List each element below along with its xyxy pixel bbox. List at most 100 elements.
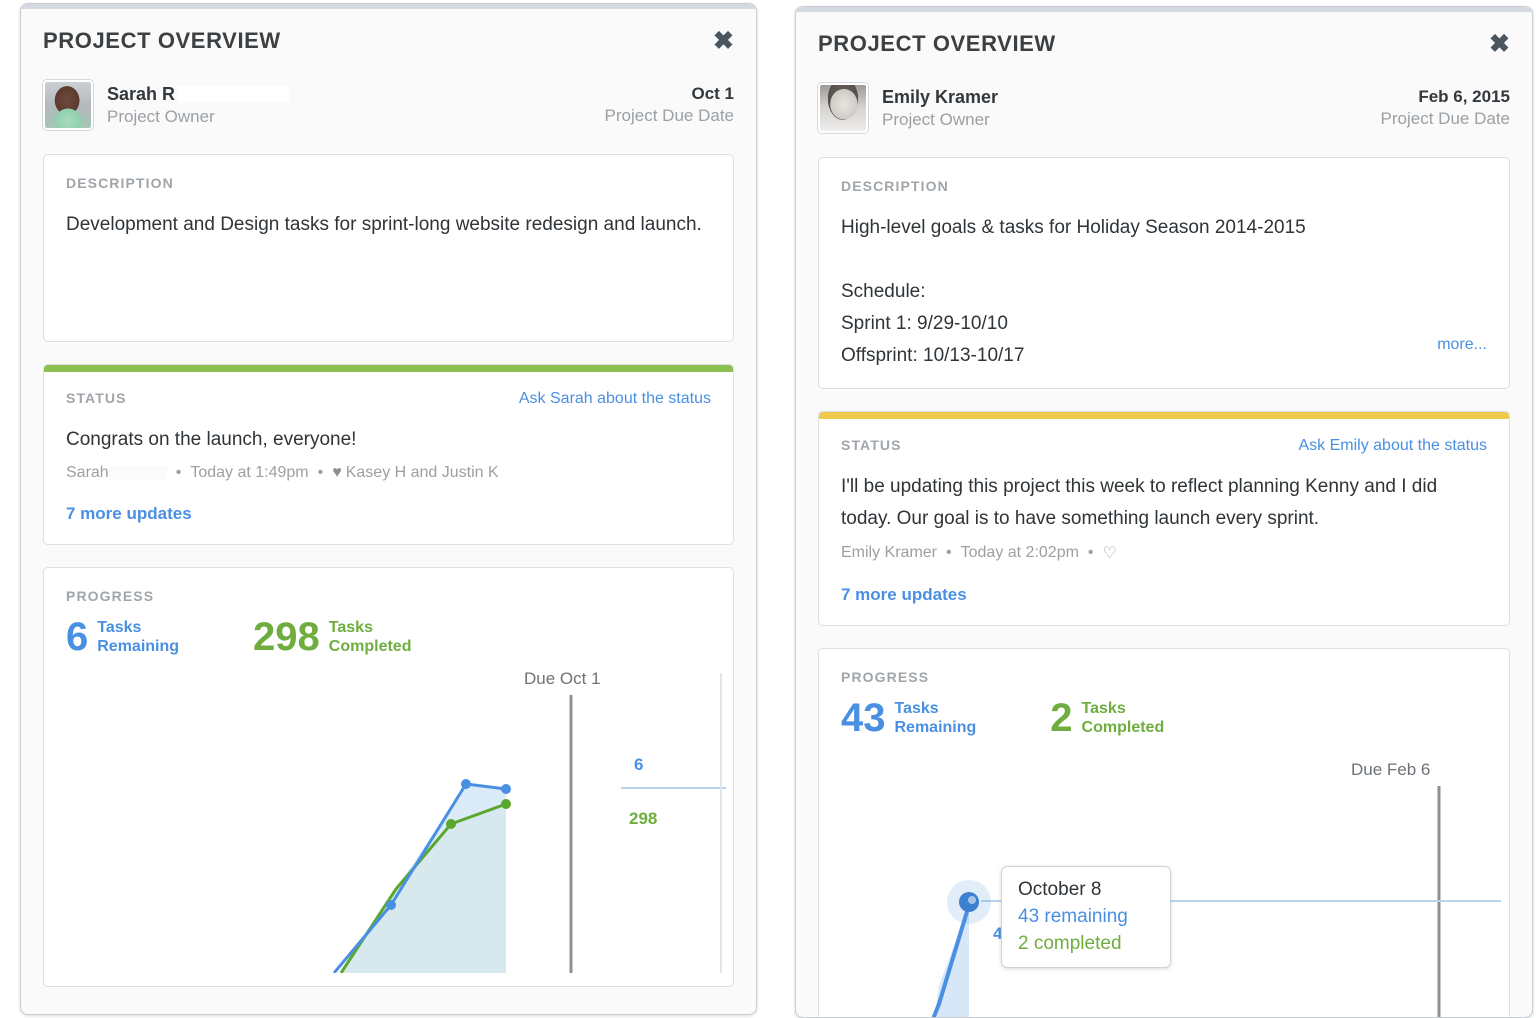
description-more-link[interactable]: more...	[1437, 336, 1487, 354]
meta-separator: •	[946, 544, 952, 562]
owner-row-right: Emily Kramer Project Owner Feb 6, 2015 P…	[818, 83, 1510, 133]
author-redaction-block	[109, 466, 167, 480]
burnup-chart-left: Due Oct 1	[66, 673, 711, 973]
owner-role: Project Owner	[107, 107, 289, 127]
close-icon[interactable]: ✖	[713, 29, 734, 54]
description-card: DESCRIPTION High-level goals & tasks for…	[818, 157, 1510, 389]
page-title: PROJECT OVERVIEW	[43, 28, 281, 54]
tasks-remaining-label: Tasks Remaining	[895, 700, 977, 738]
description-label: DESCRIPTION	[841, 178, 1487, 194]
description-body: Development and Design tasks for sprint-…	[66, 209, 711, 241]
burnup-chart-left-svg	[66, 673, 726, 973]
tasks-completed-value: 298	[253, 618, 320, 656]
progress-stats-row: 6 Tasks Remaining 298 Tasks Completed	[66, 618, 711, 657]
due-date-label: Project Due Date	[605, 106, 734, 126]
due-block: Oct 1 Project Due Date	[605, 84, 734, 126]
status-meta: Sarah • Today at 1:49pm • ♥ Kasey H and …	[66, 464, 711, 482]
due-date-value: Feb 6, 2015	[1381, 87, 1510, 107]
panel-header-left: PROJECT OVERVIEW ✖	[43, 4, 734, 54]
tasks-remaining-label-l1: Tasks	[895, 700, 977, 719]
owner-role: Project Owner	[882, 110, 998, 130]
meta-separator-2: •	[318, 464, 324, 482]
status-timestamp: Today at 2:02pm	[961, 544, 1079, 562]
stat-tasks-completed: 2 Tasks Completed	[1050, 699, 1164, 738]
status-timestamp: Today at 1:49pm	[190, 464, 308, 482]
project-overview-panel-left: PROJECT OVERVIEW ✖ Sarah R Project Owner…	[20, 3, 757, 1015]
more-updates-link[interactable]: 7 more updates	[66, 504, 711, 524]
tasks-completed-label-l1: Tasks	[329, 619, 412, 638]
tasks-completed-label-l2: Completed	[1082, 719, 1165, 738]
heart-filled-icon[interactable]: ♥	[332, 464, 342, 482]
meta-separator-2: •	[1088, 544, 1094, 562]
status-accent-bar	[44, 365, 733, 372]
avatar	[818, 83, 868, 133]
tasks-remaining-label-l2: Remaining	[895, 719, 977, 738]
data-point[interactable]	[501, 784, 511, 794]
burnup-chart-right: Due Feb 6 43 O	[841, 754, 1487, 1018]
status-meta: Emily Kramer • Today at 2:02pm • ♡	[841, 543, 1487, 563]
tasks-remaining-value: 43	[841, 699, 886, 737]
stat-tasks-completed: 298 Tasks Completed	[253, 618, 411, 657]
tasks-completed-label: Tasks Completed	[329, 619, 412, 657]
panel-top-accent-left	[21, 4, 756, 9]
stat-tasks-remaining: 6 Tasks Remaining	[66, 618, 179, 657]
progress-label: PROGRESS	[841, 669, 1487, 685]
avatar	[43, 80, 93, 130]
status-text: I'll be updating this project this week …	[841, 471, 1487, 535]
data-point[interactable]	[386, 900, 396, 910]
stat-tasks-remaining: 43 Tasks Remaining	[841, 699, 976, 738]
tasks-completed-label-l1: Tasks	[1082, 700, 1165, 719]
tasks-remaining-label: Tasks Remaining	[97, 619, 179, 657]
data-point-inner	[968, 896, 976, 904]
status-likes: Kasey H and Justin K	[346, 464, 499, 482]
close-icon[interactable]: ✖	[1489, 32, 1510, 57]
description-body: High-level goals & tasks for Holiday Sea…	[841, 212, 1487, 372]
heart-outline-icon[interactable]: ♡	[1103, 543, 1117, 563]
tasks-completed-label-l2: Completed	[329, 638, 412, 657]
chart-tooltip: October 8 43 remaining 2 completed	[1001, 866, 1171, 968]
data-point[interactable]	[501, 799, 511, 809]
status-label: STATUS	[66, 390, 127, 406]
data-point[interactable]	[446, 819, 456, 829]
tasks-completed-label: Tasks Completed	[1082, 700, 1165, 738]
owner-name: Emily Kramer	[882, 87, 998, 108]
ask-about-status-link[interactable]: Ask Sarah about the status	[519, 390, 711, 408]
status-label: STATUS	[841, 437, 902, 453]
panel-top-accent-right	[796, 7, 1532, 12]
data-point[interactable]	[461, 779, 471, 789]
tasks-remaining-value: 6	[66, 618, 88, 656]
status-card: STATUS Ask Emily about the status I'll b…	[818, 411, 1510, 626]
status-text: Congrats on the launch, everyone!	[66, 424, 711, 456]
due-marker-label: Due Oct 1	[524, 669, 601, 689]
description-label: DESCRIPTION	[66, 175, 711, 191]
due-marker-label: Due Feb 6	[1351, 760, 1430, 780]
tooltip-date: October 8	[1018, 879, 1154, 901]
screen-root: PROJECT OVERVIEW ✖ Sarah R Project Owner…	[0, 0, 1540, 1008]
tooltip-completed: 2 completed	[1018, 933, 1154, 955]
ask-about-status-link[interactable]: Ask Emily about the status	[1298, 437, 1487, 455]
owner-name: Sarah R	[107, 84, 289, 105]
owner-row-left: Sarah R Project Owner Oct 1 Project Due …	[43, 80, 734, 130]
due-date-value: Oct 1	[605, 84, 734, 104]
progress-card: PROGRESS 43 Tasks Remaining 2 Tasks Com	[818, 648, 1510, 1018]
description-card: DESCRIPTION Development and Design tasks…	[43, 154, 734, 342]
panel-header-right: PROJECT OVERVIEW ✖	[818, 7, 1510, 57]
tasks-remaining-label-l1: Tasks	[97, 619, 179, 638]
redaction-block	[177, 86, 289, 103]
status-accent-bar	[819, 412, 1509, 419]
page-title-right: PROJECT OVERVIEW	[818, 31, 1056, 57]
tooltip-remaining: 43 remaining	[1018, 906, 1154, 928]
due-block: Feb 6, 2015 Project Due Date	[1381, 87, 1510, 129]
point-label-remaining: 6	[634, 755, 643, 775]
burnup-chart-right-svg	[841, 754, 1501, 1018]
more-updates-link[interactable]: 7 more updates	[841, 585, 1487, 605]
status-card: STATUS Ask Sarah about the status Congra…	[43, 364, 734, 545]
owner-name-text: Sarah R	[107, 84, 175, 104]
progress-label: PROGRESS	[66, 588, 711, 604]
status-author: Sarah	[66, 464, 109, 482]
due-date-label: Project Due Date	[1381, 109, 1510, 129]
tasks-completed-value: 2	[1050, 699, 1072, 737]
progress-card: PROGRESS 6 Tasks Remaining 298 Tasks Co	[43, 567, 734, 987]
progress-stats-row: 43 Tasks Remaining 2 Tasks Completed	[841, 699, 1487, 738]
point-label-completed: 298	[629, 809, 657, 829]
